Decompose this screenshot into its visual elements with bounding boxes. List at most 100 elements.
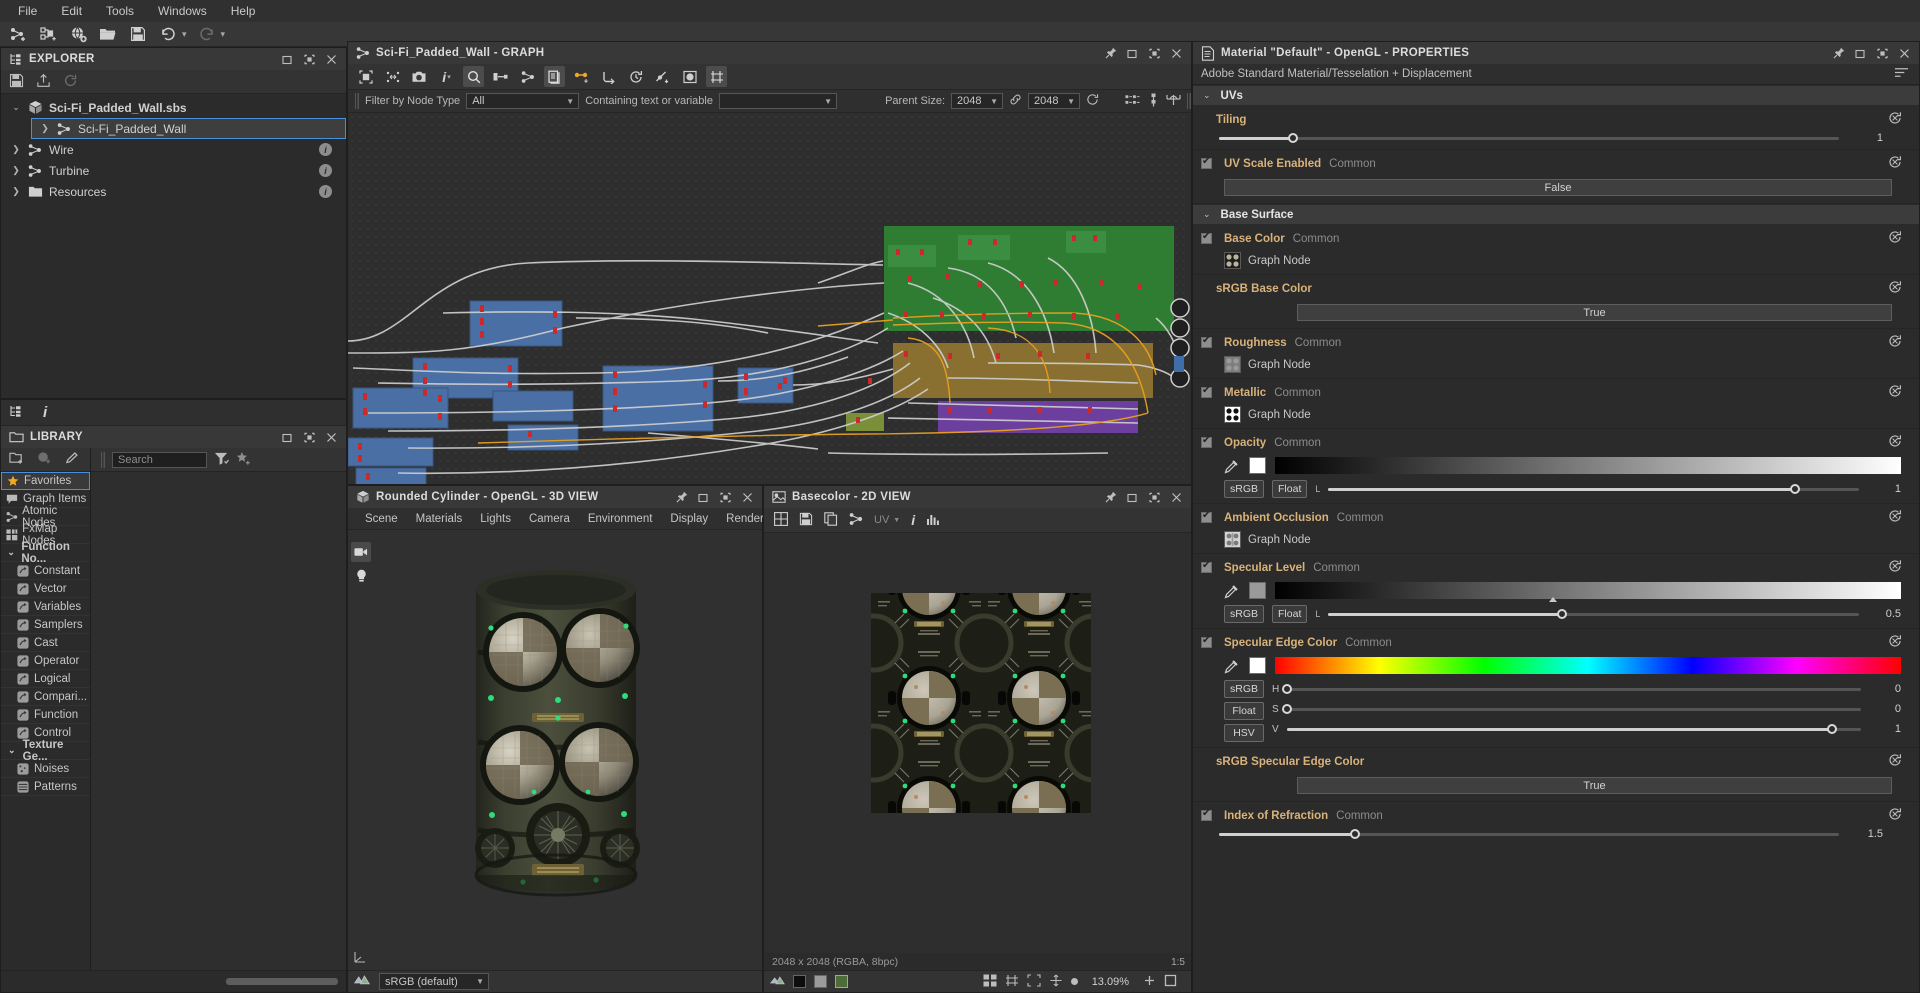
base-color-checkbox[interactable] [1201, 231, 1212, 244]
section-base-surface[interactable]: ⌄ Base Surface [1193, 204, 1919, 225]
opacity-slider[interactable] [1328, 483, 1859, 494]
specular-edge-color-hsv-button[interactable]: HSV [1224, 724, 1265, 742]
redo-dropdown-icon[interactable]: ▾ [221, 29, 226, 40]
pin-icon[interactable] [1832, 47, 1845, 60]
view2d-viewport[interactable] [764, 533, 1191, 953]
library-item-comparison[interactable]: Compari... [1, 688, 90, 706]
chevron-right-icon[interactable]: ❯ [7, 186, 25, 197]
roughness-checkbox[interactable] [1201, 335, 1212, 348]
chevron-down-icon[interactable]: ▼ [893, 517, 900, 524]
gray-channel-icon[interactable] [793, 975, 806, 988]
reset-icon[interactable] [1888, 280, 1902, 294]
open-folder-icon[interactable] [98, 24, 118, 44]
view3d-viewport[interactable] [348, 530, 762, 970]
library-item-cast[interactable]: Cast [1, 634, 90, 652]
value-slider[interactable] [1287, 723, 1861, 734]
link-icon[interactable] [849, 512, 863, 529]
library-item-operator[interactable]: Operator [1, 652, 90, 670]
index-of-refraction-checkbox[interactable] [1201, 808, 1212, 821]
reset-icon[interactable] [1888, 634, 1902, 648]
tree-row-sci-fi-padded-wall[interactable]: ❯ Sci-Fi_Padded_Wall [31, 118, 346, 139]
menu-edit[interactable]: Edit [49, 1, 94, 21]
specular-edge-color-checkbox[interactable] [1201, 635, 1212, 648]
saturation-slider[interactable] [1282, 703, 1861, 714]
metallic-checkbox[interactable] [1201, 385, 1212, 398]
explorer-export-icon[interactable] [36, 73, 51, 91]
specular-level-float-button[interactable]: Float [1272, 605, 1308, 623]
filter-icon[interactable] [214, 451, 230, 469]
chevron-right-icon[interactable]: ❯ [36, 123, 54, 134]
drag-grip[interactable] [101, 451, 105, 468]
reset-icon[interactable] [1888, 155, 1902, 169]
view3d-light-tool[interactable] [351, 566, 371, 586]
compare-icon[interactable] [1125, 93, 1141, 110]
filter-node-type-select[interactable]: All ▼ [466, 93, 580, 109]
view2d-info-icon[interactable]: i [911, 512, 915, 528]
ratio-icon[interactable] [1005, 974, 1019, 990]
dot-icon[interactable] [1070, 978, 1078, 985]
specular-level-checkbox[interactable] [1201, 560, 1212, 573]
camera-icon[interactable] [409, 66, 430, 87]
menu-help[interactable]: Help [219, 1, 268, 21]
view2d-save-icon[interactable] [799, 512, 813, 529]
library-item-variables[interactable]: Variables [1, 598, 90, 616]
drag-grip[interactable] [355, 93, 359, 109]
pin-icon[interactable] [1104, 47, 1117, 60]
restore-icon[interactable] [281, 431, 294, 444]
specular-level-srgb-button[interactable]: sRGB [1224, 605, 1265, 623]
horizontal-scrollbar[interactable] [226, 978, 338, 985]
restore-icon[interactable] [281, 53, 294, 66]
opacity-gradient-bar[interactable] [1275, 457, 1901, 474]
frame-all-icon[interactable] [355, 66, 376, 87]
ambient-occlusion-graph-node[interactable]: Graph Node [1193, 531, 1919, 548]
favorites-filter-icon[interactable] [236, 451, 251, 469]
align-icon[interactable] [382, 66, 403, 87]
opacity-checkbox[interactable] [1201, 435, 1212, 448]
channels-icon[interactable] [769, 974, 785, 990]
reset-icon[interactable] [1888, 807, 1902, 821]
link-route-icon[interactable] [598, 66, 619, 87]
graph-canvas[interactable] [348, 113, 1191, 484]
chevron-down-icon[interactable]: ⌄ [4, 745, 20, 756]
opacity-color-swatch[interactable] [1249, 457, 1266, 474]
restore-icon[interactable] [697, 491, 710, 504]
pan-icon[interactable] [1049, 974, 1063, 990]
menu-tools[interactable]: Tools [94, 1, 146, 21]
reset-icon[interactable] [1888, 111, 1902, 125]
close-icon[interactable] [1170, 47, 1183, 60]
tiling-slider[interactable] [1219, 132, 1839, 143]
metallic-graph-node[interactable]: Graph Node [1193, 406, 1919, 423]
zoom-value[interactable]: 13.09% [1086, 976, 1135, 988]
history-icon[interactable] [625, 66, 646, 87]
histogram-icon[interactable] [1166, 93, 1181, 110]
chevron-right-icon[interactable]: ❯ [7, 165, 25, 176]
restore-icon[interactable] [1126, 47, 1139, 60]
maximize-icon[interactable] [303, 53, 316, 66]
tab-info-icon[interactable]: i [43, 404, 47, 421]
undo-dropdown-icon[interactable]: ▾ [182, 29, 187, 40]
rgb-channel-icon[interactable] [814, 975, 827, 988]
input-node-icon[interactable] [490, 66, 511, 87]
explorer-save-icon[interactable] [9, 73, 24, 91]
new-substance-icon[interactable] [38, 24, 58, 44]
maximize-icon[interactable] [1148, 491, 1161, 504]
redo-icon[interactable] [197, 24, 217, 44]
zoom-in-icon[interactable] [1143, 974, 1156, 990]
specular-level-eyedropper-icon[interactable] [1224, 583, 1240, 599]
grid-icon[interactable] [774, 511, 788, 529]
tree-row-wire[interactable]: ❯ Wire i [1, 139, 346, 160]
section-uvs[interactable]: ⌄ UVs [1193, 85, 1919, 106]
restore-icon[interactable] [1854, 47, 1867, 60]
library-item-function[interactable]: Function [1, 706, 90, 724]
library-item-logical[interactable]: Logical [1, 670, 90, 688]
graph-node-icon[interactable] [517, 66, 538, 87]
histogram-icon[interactable] [926, 512, 940, 529]
tree-row-resources[interactable]: ❯ Resources i [1, 181, 346, 202]
preview-icon[interactable] [679, 66, 700, 87]
chevron-right-icon[interactable]: ❯ [7, 144, 25, 155]
view3d-camera-tool[interactable] [351, 542, 371, 562]
tree-row-turbine[interactable]: ❯ Turbine i [1, 160, 346, 181]
chevron-down-icon[interactable]: ⌄ [7, 102, 25, 113]
tree-row-package[interactable]: ⌄ Sci-Fi_Padded_Wall.sbs [1, 97, 346, 118]
restore-icon[interactable] [1126, 491, 1139, 504]
